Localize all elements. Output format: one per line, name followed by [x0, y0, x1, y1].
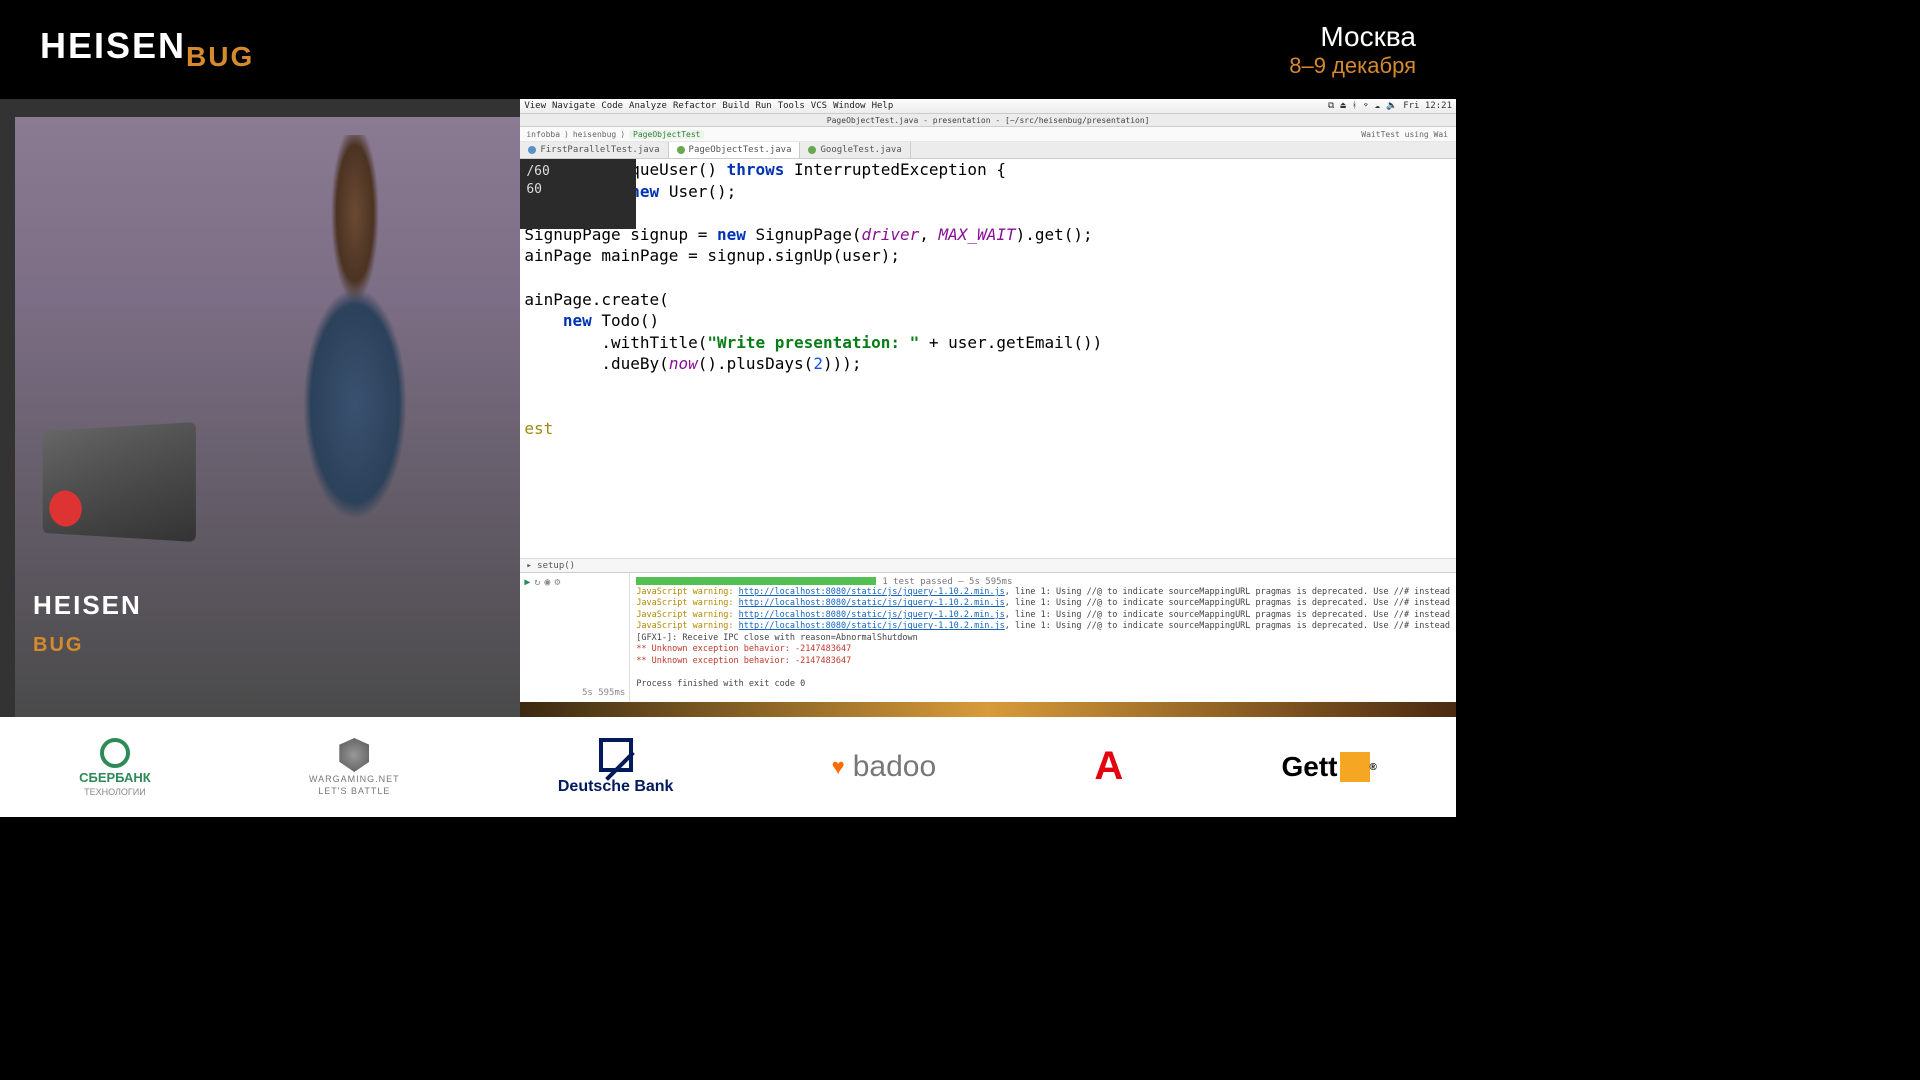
stage-logo: HEISEN BUG: [33, 590, 142, 657]
event-info: Москва 8–9 декабря: [1289, 21, 1416, 79]
sponsor-badoo: ♥ badoo: [832, 750, 937, 784]
event-city: Москва: [1289, 21, 1416, 53]
console-output[interactable]: JavaScript warning: http://localhost:808…: [636, 587, 1450, 690]
sberbank-icon: [100, 738, 130, 768]
sound-icon[interactable]: 🔈: [1386, 101, 1397, 111]
test-breadcrumb[interactable]: ▸ setup(): [520, 558, 1456, 572]
bc-module[interactable]: heisenbug: [573, 130, 616, 139]
menu-refactor[interactable]: Refactor: [673, 101, 716, 111]
menu-run[interactable]: Run: [755, 101, 771, 111]
heart-icon: ♥: [832, 754, 845, 780]
run-icon[interactable]: ▶: [524, 577, 530, 588]
presenter-overlay: /60 60: [520, 159, 636, 229]
menu-analyze[interactable]: Analyze: [629, 101, 667, 111]
event-dates: 8–9 декабря: [1289, 53, 1416, 79]
menu-window[interactable]: Window: [833, 101, 866, 111]
test-output: 1 test passed – 5s 595ms JavaScript warn…: [630, 573, 1456, 702]
bluetooth-icon[interactable]: ᚼ: [1352, 101, 1357, 111]
test-progress-bar: [636, 577, 876, 585]
decorative-strip: [520, 702, 1456, 717]
breadcrumb[interactable]: infobba ⟩ heisenbug ⟩ PageObjectTest Wai…: [520, 127, 1456, 142]
settings-icon[interactable]: ⚙: [554, 577, 560, 588]
speaker-figure: [225, 135, 485, 695]
test-timing: 5s 595ms: [524, 688, 625, 698]
wargaming-label: WARGAMING.NET: [309, 774, 400, 784]
menu-code[interactable]: Code: [601, 101, 623, 111]
logo-text-b: BUG: [186, 42, 254, 73]
code-block: ic void uniqueUser() throws InterruptedE…: [524, 159, 1456, 440]
tab-label: PageObjectTest.java: [689, 145, 792, 155]
clock-text: Fri 12:21: [1403, 101, 1452, 111]
main-content: HEISEN BUG View Navigate Code Analyze Re…: [0, 99, 1456, 717]
editor-tabs: FirstParallelTest.java PageObjectTest.ja…: [520, 142, 1456, 159]
gett-icon: [1340, 752, 1370, 782]
sberbank-sublabel: ТЕХНОЛОГИИ: [84, 787, 146, 797]
tab-label: FirstParallelTest.java: [540, 145, 659, 155]
window-title-text: PageObjectTest.java - presentation - [~/…: [827, 116, 1150, 125]
rerun-icon[interactable]: ↻: [534, 577, 540, 588]
alfabank-letter: А: [1094, 744, 1123, 789]
filter-icon[interactable]: ◉: [544, 577, 550, 588]
sponsor-deutschebank: Deutsche Bank: [558, 738, 674, 796]
speaker-video: HEISEN BUG: [0, 99, 520, 717]
logo-text-a: HEISEN: [40, 25, 186, 66]
dropbox-icon[interactable]: ⧉: [1328, 101, 1334, 111]
wargaming-sublabel: LET'S BATTLE: [318, 786, 390, 796]
wargaming-icon: [339, 738, 369, 772]
deutschebank-label: Deutsche Bank: [558, 778, 674, 796]
tab-firstparalleltest[interactable]: FirstParallelTest.java: [520, 142, 668, 158]
code-editor[interactable]: /60 60 ic void uniqueUser() throws Inter…: [520, 159, 1456, 558]
tray-icon[interactable]: ⏏: [1340, 101, 1345, 111]
header-bar: HEISENBUG Москва 8–9 декабря: [0, 0, 1456, 99]
sponsor-sberbank: СБЕРБАНК ТЕХНОЛОГИИ: [79, 738, 151, 797]
sponsor-footer: СБЕРБАНК ТЕХНОЛОГИИ WARGAMING.NET LET'S …: [0, 717, 1456, 817]
java-icon: [677, 146, 685, 154]
tab-pageobjecttest[interactable]: PageObjectTest.java: [669, 142, 801, 158]
run-config-hint[interactable]: WaitTest using Wai: [1361, 130, 1448, 139]
menu-vcs[interactable]: VCS: [811, 101, 827, 111]
menu-tools[interactable]: Tools: [778, 101, 805, 111]
menu-bar[interactable]: View Navigate Code Analyze Refactor Buil…: [520, 99, 1456, 114]
tab-label: GoogleTest.java: [820, 145, 901, 155]
window-title: PageObjectTest.java - presentation - [~/…: [520, 114, 1456, 127]
registered-icon: ®: [1370, 762, 1377, 773]
sponsor-gett: Gett ®: [1282, 751, 1377, 783]
bc-project[interactable]: infobba: [526, 130, 560, 139]
cloud-icon[interactable]: ☁: [1375, 101, 1380, 111]
test-results-panel: ▶ ↻ ◉ ⚙ 5s 595ms 1 test passed – 5s 595m…: [520, 572, 1456, 702]
menu-view[interactable]: View: [524, 101, 546, 111]
bc-file[interactable]: PageObjectTest: [629, 130, 704, 139]
menu-navigate[interactable]: Navigate: [552, 101, 595, 111]
sponsor-alfabank: А: [1094, 744, 1123, 791]
stage-logo-b: BUG: [33, 634, 83, 656]
sberbank-label: СБЕРБАНК: [79, 770, 151, 785]
test-tree[interactable]: ▶ ↻ ◉ ⚙ 5s 595ms: [520, 573, 630, 702]
java-icon: [528, 146, 536, 154]
menu-build[interactable]: Build: [722, 101, 749, 111]
tab-googletest[interactable]: GoogleTest.java: [800, 142, 910, 158]
stage-logo-a: HEISEN: [33, 590, 142, 620]
laptop-prop: [43, 422, 196, 542]
badoo-label: badoo: [853, 750, 936, 784]
test-status-text: 1 test passed – 5s 595ms: [882, 577, 1012, 587]
sponsor-wargaming: WARGAMING.NET LET'S BATTLE: [309, 738, 400, 796]
java-icon: [808, 146, 816, 154]
deutschebank-icon: [599, 738, 633, 772]
overlay-line: /60: [526, 163, 630, 181]
ide-window: View Navigate Code Analyze Refactor Buil…: [520, 99, 1456, 717]
wifi-icon[interactable]: ⌔: [1363, 101, 1368, 111]
speaker-pane: HEISEN BUG: [15, 117, 520, 717]
gett-label: Gett: [1282, 751, 1338, 783]
heisenbug-logo: HEISENBUG: [40, 25, 254, 73]
overlay-line: 60: [526, 181, 630, 199]
test-breadcrumb-text: ▸ setup(): [526, 561, 575, 571]
menu-help[interactable]: Help: [872, 101, 894, 111]
